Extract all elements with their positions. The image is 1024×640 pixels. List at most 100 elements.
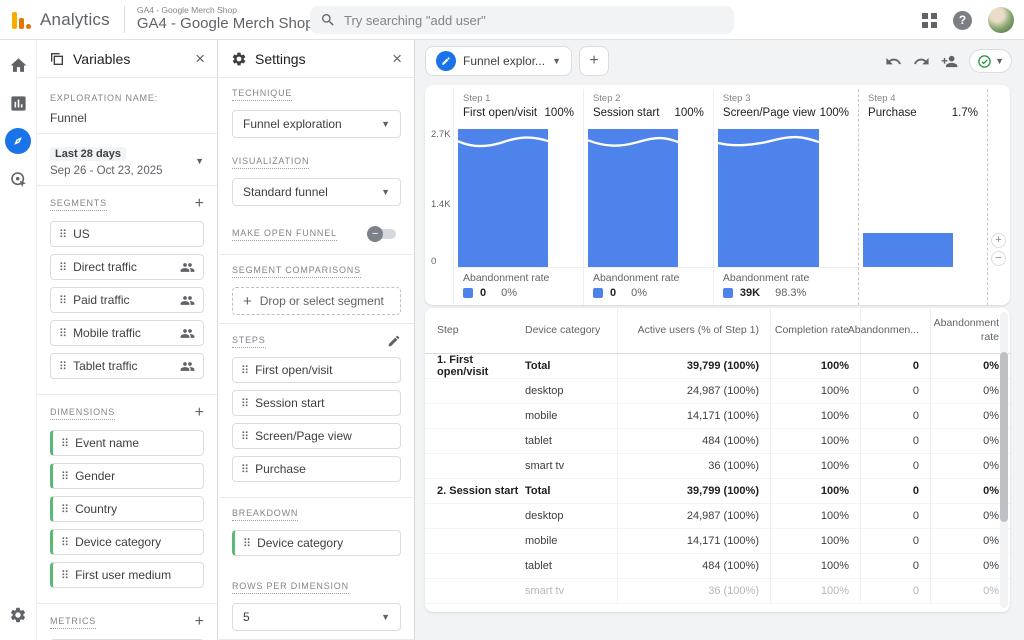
dimension-chip[interactable]: ⠿ Country	[50, 496, 204, 522]
gear-icon	[231, 51, 247, 67]
technique-select[interactable]: Funnel exploration ▼	[232, 110, 401, 138]
step-chip[interactable]: ⠿ Purchase	[232, 456, 401, 482]
rows-per-dimension-select[interactable]: 5 ▼	[232, 603, 401, 631]
funnel-bar[interactable]	[863, 233, 953, 268]
segment-chip[interactable]: ⠿ Paid traffic	[50, 287, 204, 313]
table-row[interactable]: mobile 14,171 (100%) 100% 0 0%	[425, 404, 1010, 429]
cell-active-users: 484 (100%)	[617, 429, 770, 453]
nav-explore-icon[interactable]	[5, 128, 31, 154]
edit-steps-icon[interactable]	[387, 334, 401, 348]
table-row[interactable]: smart tv 36 (100%) 100% 0 0%	[425, 579, 1010, 604]
segment-chip[interactable]: ⠿ US	[50, 221, 204, 247]
technique-label: TECHNIQUE	[232, 88, 292, 101]
col-header-step[interactable]: Step	[425, 308, 525, 353]
close-icon[interactable]: ×	[195, 50, 205, 67]
chip-label: US	[73, 227, 195, 241]
drag-handle-icon[interactable]: ⠿	[241, 463, 248, 476]
edit-tab-icon[interactable]	[436, 51, 456, 71]
table-row[interactable]: tablet 484 (100%) 100% 0 0%	[425, 554, 1010, 579]
cell-device: desktop	[525, 379, 617, 403]
step-chip[interactable]: ⠿ First open/visit	[232, 357, 401, 383]
close-icon[interactable]: ×	[392, 50, 402, 67]
share-user-icon[interactable]	[941, 53, 958, 70]
funnel-bar[interactable]	[588, 129, 678, 267]
drag-handle-icon[interactable]: ⠿	[61, 569, 68, 582]
breakdown-chip[interactable]: ⠿ Device category	[232, 530, 401, 556]
table-row[interactable]: desktop 24,987 (100%) 100% 0 0%	[425, 379, 1010, 404]
step-chip[interactable]: ⠿ Screen/Page view	[232, 423, 401, 449]
segment-chip[interactable]: ⠿ Tablet traffic	[50, 353, 204, 379]
add-metric-icon[interactable]: +	[195, 614, 204, 630]
table-row[interactable]: 2. Session start Total 39,799 (100%) 100…	[425, 479, 1010, 504]
nav-home-icon[interactable]	[5, 52, 31, 78]
drag-handle-icon[interactable]: ⠿	[61, 437, 68, 450]
drag-handle-icon[interactable]: ⠿	[59, 360, 66, 373]
global-search[interactable]	[310, 6, 734, 34]
search-input[interactable]	[344, 13, 724, 28]
col-header-abandonment-rate[interactable]: Abandonment rate	[930, 308, 1010, 353]
drag-handle-icon[interactable]: ⠿	[59, 261, 66, 274]
exploration-name-value[interactable]: Funnel	[50, 111, 204, 125]
segment-chip[interactable]: ⠿ Mobile traffic	[50, 320, 204, 346]
dimension-chip[interactable]: ⠿ Gender	[50, 463, 204, 489]
make-open-funnel-toggle[interactable]: −	[367, 226, 397, 242]
cell-device: Total	[525, 354, 617, 378]
drag-handle-icon[interactable]: ⠿	[59, 294, 66, 307]
add-segment-icon[interactable]: +	[195, 196, 204, 212]
drag-handle-icon[interactable]: ⠿	[243, 537, 250, 550]
nav-advertising-icon[interactable]	[5, 166, 31, 192]
tab-funnel-exploration[interactable]: Funnel explor... ▼	[425, 46, 572, 76]
dimension-chip[interactable]: ⠿ Event name	[50, 430, 204, 456]
add-dimension-icon[interactable]: +	[195, 405, 204, 421]
zoom-in-button[interactable]: +	[991, 233, 1006, 248]
funnel-bar[interactable]	[458, 129, 548, 267]
status-ok-button[interactable]: ▼	[969, 49, 1012, 73]
drag-handle-icon[interactable]: ⠿	[61, 503, 68, 516]
table-row[interactable]: desktop 24,987 (100%) 100% 0 0%	[425, 504, 1010, 529]
step-chip[interactable]: ⠿ Session start	[232, 390, 401, 416]
avatar[interactable]	[988, 7, 1014, 33]
help-icon[interactable]: ?	[953, 11, 972, 30]
table-row[interactable]: mobile 14,171 (100%) 100% 0 0%	[425, 529, 1010, 554]
drag-handle-icon[interactable]: ⠿	[241, 430, 248, 443]
dimension-chip[interactable]: ⠿ Device category	[50, 529, 204, 555]
col-header-active-users[interactable]: Active users (% of Step 1)	[617, 308, 770, 353]
table-row[interactable]: smart tv 36 (100%) 100% 0 0%	[425, 454, 1010, 479]
drag-handle-icon[interactable]: ⠿	[241, 397, 248, 410]
cell-active-users: 14,171 (100%)	[617, 529, 770, 553]
segment-chip[interactable]: ⠿ Direct traffic	[50, 254, 204, 280]
drag-handle-icon[interactable]: ⠿	[59, 228, 66, 241]
dimension-chip[interactable]: ⠿ First user medium	[50, 562, 204, 588]
table-scrollbar[interactable]	[1000, 312, 1008, 608]
col-header-completion-rate[interactable]: Completion rate	[770, 308, 860, 353]
property-switcher[interactable]: GA4 - Google Merch Shop GA4 - Google Mer…	[124, 6, 314, 33]
y-tick: 2.7K	[431, 129, 451, 140]
drag-handle-icon[interactable]: ⠿	[59, 327, 66, 340]
redo-icon[interactable]	[913, 53, 930, 70]
drag-handle-icon[interactable]: ⠿	[61, 536, 68, 549]
make-open-funnel-label: MAKE OPEN FUNNEL	[232, 228, 337, 241]
drag-handle-icon[interactable]: ⠿	[61, 470, 68, 483]
funnel-bar[interactable]	[718, 129, 819, 267]
chip-label: Paid traffic	[73, 293, 173, 307]
undo-icon[interactable]	[885, 53, 902, 70]
table-row[interactable]: 1. First open/visit Total 39,799 (100%) …	[425, 354, 1010, 379]
variables-panel: Variables × EXPLORATION NAME: Funnel Las…	[36, 40, 218, 640]
date-range-picker[interactable]: Last 28 days Sep 26 - Oct 23, 2025 ▼	[37, 134, 217, 186]
nav-admin-gear-icon[interactable]	[0, 606, 36, 624]
visualization-select[interactable]: Standard funnel ▼	[232, 178, 401, 206]
drag-handle-icon[interactable]: ⠿	[241, 364, 248, 377]
add-tab-button[interactable]: +	[579, 46, 609, 76]
segment-drop-target[interactable]: + Drop or select segment	[232, 287, 401, 315]
nav-reports-icon[interactable]	[5, 90, 31, 116]
col-header-device[interactable]: Device category	[525, 308, 617, 353]
step-number: Step 3	[723, 93, 849, 104]
abandonment-label: Abandonment rate	[723, 272, 849, 284]
scrollbar-thumb[interactable]	[1000, 352, 1008, 522]
zoom-out-button[interactable]: −	[991, 251, 1006, 266]
col-header-abandonment[interactable]: Abandonmen...	[860, 308, 930, 353]
apps-grid-icon[interactable]	[922, 13, 937, 28]
abandonment-label: Abandonment rate	[593, 272, 704, 284]
table-row[interactable]: tablet 484 (100%) 100% 0 0%	[425, 429, 1010, 454]
cell-completion-rate: 100%	[770, 554, 860, 578]
